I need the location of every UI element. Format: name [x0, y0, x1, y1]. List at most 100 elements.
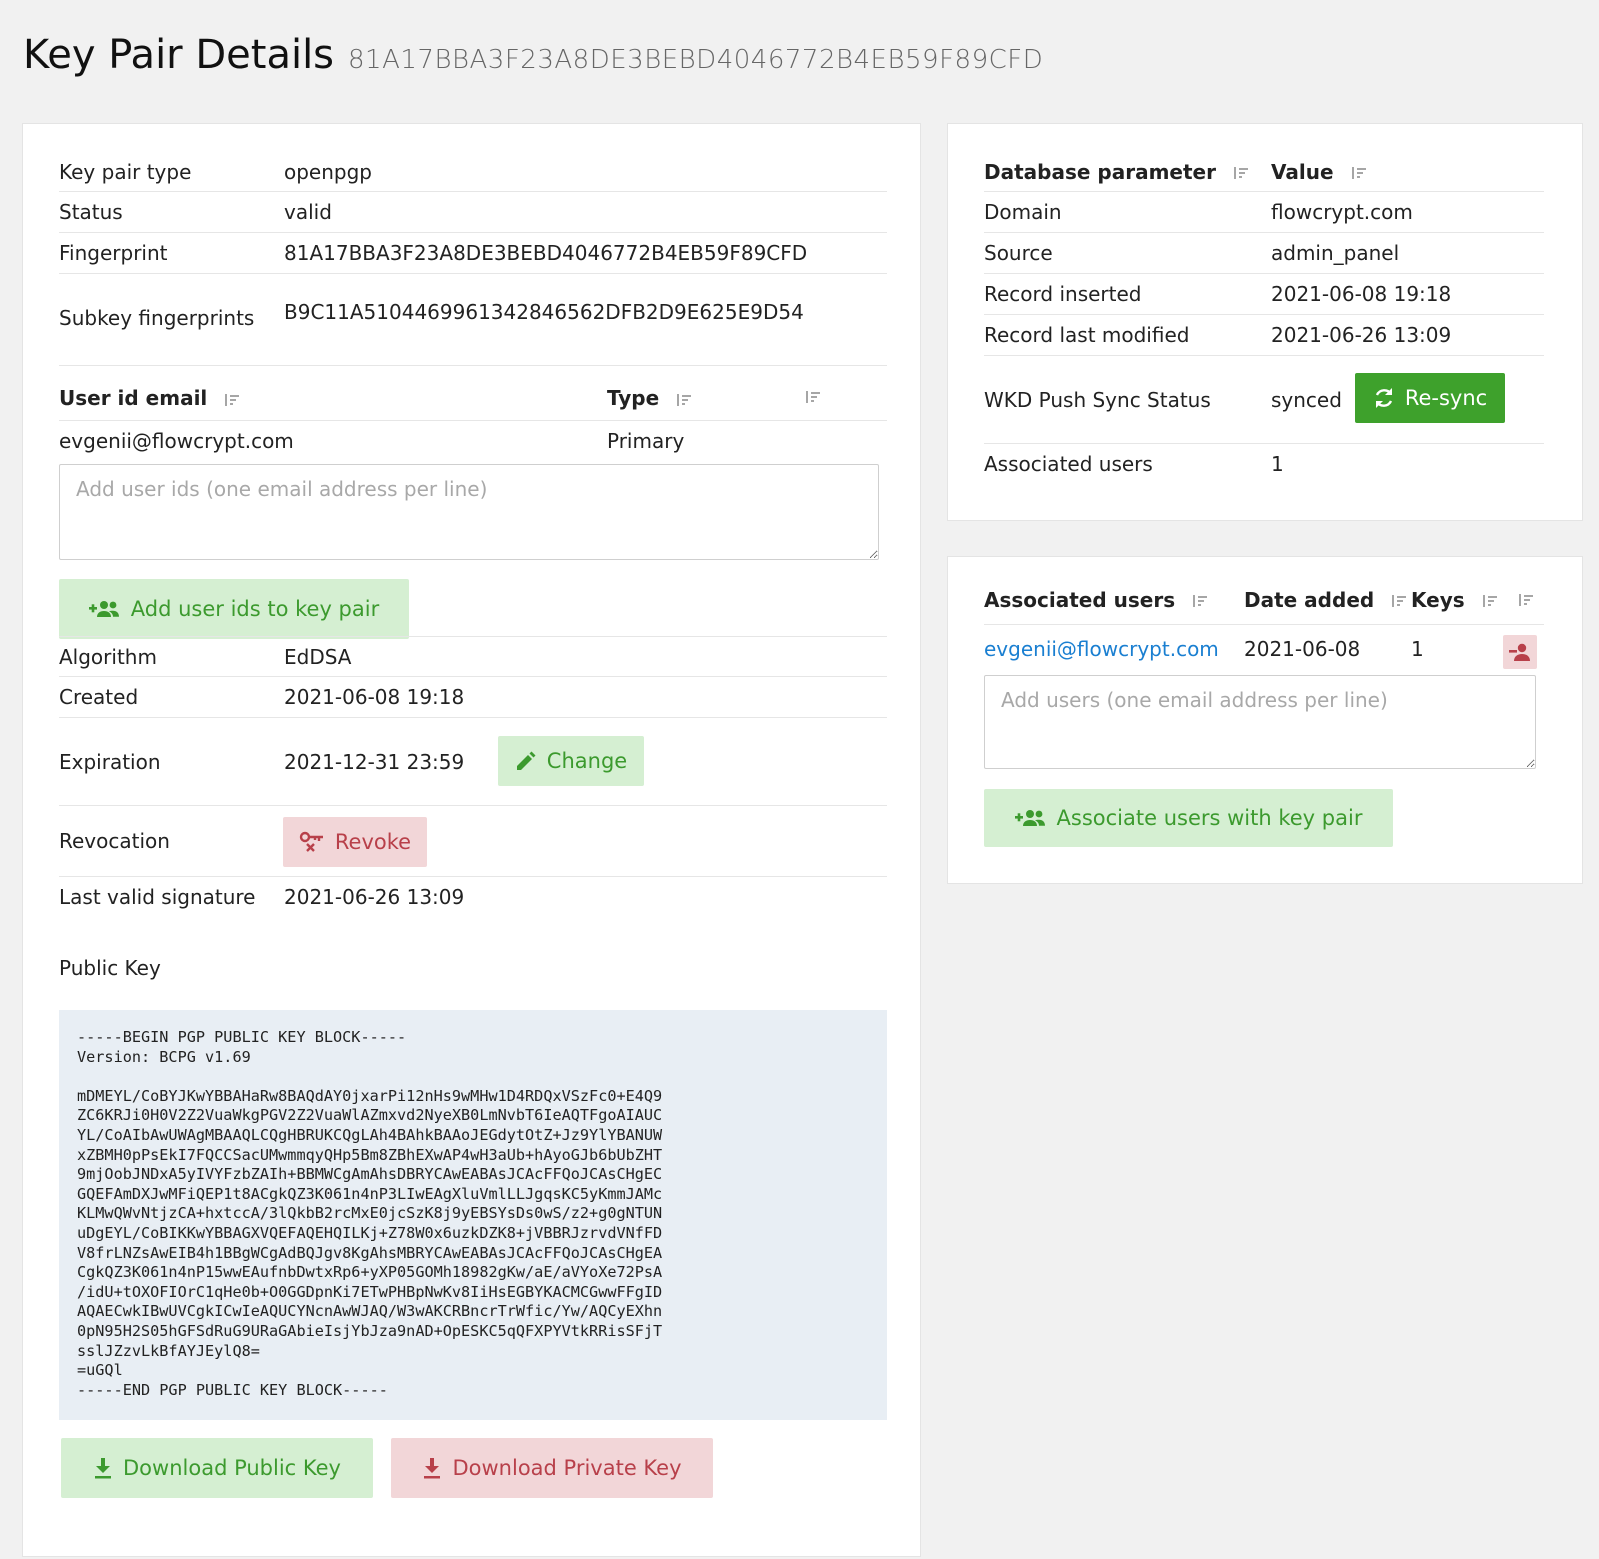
download-icon: [95, 1458, 112, 1479]
associated-user-email-link[interactable]: evgenii@flowcrypt.com: [984, 637, 1219, 661]
download-public-key-label: Download Public Key: [123, 1456, 341, 1480]
add-user-ids-button[interactable]: Add user ids to key pair: [59, 579, 409, 639]
source-label: Source: [984, 241, 1053, 265]
col-value[interactable]: Value: [1271, 160, 1367, 184]
row-created: Created 2021-06-08 19:18: [59, 677, 887, 718]
change-button-label: Change: [546, 749, 628, 773]
row-fingerprint: Fingerprint 81A17BBA3F23A8DE3BEBD4046772…: [59, 233, 887, 274]
col-database-parameter-label: Database parameter: [984, 159, 1216, 184]
key-pair-type-label: Key pair type: [59, 159, 192, 184]
user-id-row: evgenii@flowcrypt.com Primary: [59, 421, 887, 461]
remove-user-icon: [1509, 643, 1530, 661]
resync-button[interactable]: Re-sync: [1355, 373, 1505, 423]
sort-icon[interactable]: [676, 393, 692, 407]
associate-users-button-label: Associate users with key pair: [1056, 806, 1363, 830]
associated-user-keys: 1: [1411, 637, 1424, 661]
sort-icon[interactable]: [1391, 594, 1407, 608]
download-private-key-button[interactable]: Download Private Key: [391, 1438, 713, 1498]
sort-icon[interactable]: [1233, 166, 1249, 180]
associated-users-count: 1: [1271, 452, 1284, 476]
col-user-email[interactable]: User id email: [59, 386, 240, 410]
expiration-label: Expiration: [59, 749, 161, 774]
row-key-pair-type: Key pair type openpgp: [59, 152, 887, 192]
row-wkd-sync-status: WKD Push Sync Status synced Re-sync: [984, 356, 1544, 444]
sort-icon[interactable]: [224, 393, 240, 407]
domain-label: Domain: [984, 200, 1062, 224]
add-users-icon: [88, 601, 119, 617]
col-database-parameter[interactable]: Database parameter: [984, 160, 1249, 184]
row-expiration: Expiration 2021-12-31 23:59 Change: [59, 718, 887, 806]
change-expiration-button[interactable]: Change: [498, 736, 644, 786]
sort-icon[interactable]: [805, 390, 821, 404]
page-header: Key Pair Details 81A17BBA3F23A8DE3BEBD40…: [23, 32, 1043, 78]
col-date-added-label: Date added: [1244, 587, 1375, 612]
created-value: 2021-06-08 19:18: [284, 685, 465, 709]
sort-icon[interactable]: [1482, 594, 1498, 608]
row-record-last-modified: Record last modified 2021-06-26 13:09: [984, 315, 1544, 356]
col-type-label: Type: [607, 386, 660, 410]
domain-value: flowcrypt.com: [1271, 200, 1413, 224]
status-label: Status: [59, 200, 123, 224]
download-public-key-button[interactable]: Download Public Key: [61, 1438, 373, 1498]
page-title: Key Pair Details: [23, 32, 335, 78]
database-parameters-card: Database parameter Value Domain flowcryp…: [947, 123, 1583, 521]
row-source: Source admin_panel: [984, 233, 1544, 274]
col-value-label: Value: [1271, 159, 1334, 184]
key-pair-type-value: openpgp: [284, 159, 372, 184]
sort-icon[interactable]: [1192, 594, 1208, 608]
col-date-added[interactable]: Date added: [1244, 588, 1407, 612]
resync-button-label: Re-sync: [1404, 386, 1488, 410]
db-table-header: Database parameter Value: [984, 152, 1544, 192]
public-key-block[interactable]: -----BEGIN PGP PUBLIC KEY BLOCK----- Ver…: [59, 1010, 887, 1420]
download-private-key-label: Download Private Key: [452, 1456, 682, 1480]
subkey-label: Subkey fingerprints: [59, 306, 255, 330]
associated-user-row: evgenii@flowcrypt.com 2021-06-08 1: [984, 625, 1544, 671]
key-details-card: Key pair type openpgp Status valid Finge…: [22, 123, 921, 1557]
page-subtitle-fingerprint: 81A17BBA3F23A8DE3BEBD4046772B4EB59F89CFD: [348, 45, 1044, 75]
sort-icon[interactable]: [1351, 166, 1367, 180]
download-icon: [424, 1458, 441, 1479]
assoc-table-header: Associated users Date added Keys: [984, 575, 1544, 625]
add-users-icon: [1014, 810, 1045, 826]
public-key-heading: Public Key: [59, 956, 161, 980]
last-signature-value: 2021-06-26 13:09: [284, 885, 465, 909]
col-keys[interactable]: Keys: [1411, 588, 1498, 612]
associate-users-button[interactable]: Associate users with key pair: [984, 789, 1393, 847]
sort-icon[interactable]: [1518, 593, 1534, 607]
user-id-email: evgenii@flowcrypt.com: [59, 429, 294, 453]
record-modified-value: 2021-06-26 13:09: [1271, 323, 1452, 347]
algorithm-value: EdDSA: [284, 644, 352, 669]
fingerprint-value: 81A17BBA3F23A8DE3BEBD4046772B4EB59F89CFD: [284, 241, 808, 265]
last-signature-label: Last valid signature: [59, 885, 256, 909]
revoke-button[interactable]: Revoke: [283, 817, 427, 867]
row-revocation: Revocation Revoke: [59, 806, 887, 877]
row-record-inserted: Record inserted 2021-06-08 19:18: [984, 274, 1544, 315]
row-associated-users: Associated users 1: [984, 444, 1544, 485]
record-inserted-value: 2021-06-08 19:18: [1271, 282, 1452, 306]
record-modified-label: Record last modified: [984, 323, 1190, 347]
expiration-value: 2021-12-31 23:59: [284, 749, 465, 774]
add-user-ids-input[interactable]: [59, 464, 879, 560]
sync-icon: [1375, 388, 1392, 408]
associated-user-date: 2021-06-08: [1244, 637, 1361, 661]
col-type[interactable]: Type: [607, 386, 692, 410]
created-label: Created: [59, 685, 139, 709]
row-algorithm: Algorithm EdDSA: [59, 636, 887, 677]
row-status: Status valid: [59, 192, 887, 233]
user-ids-table-header: User id email Type: [59, 376, 887, 421]
col-associated-users[interactable]: Associated users: [984, 588, 1208, 612]
col-user-email-label: User id email: [59, 386, 208, 410]
col-keys-label: Keys: [1411, 587, 1465, 612]
revocation-label: Revocation: [59, 829, 170, 853]
pencil-icon: [516, 751, 536, 770]
source-value: admin_panel: [1271, 241, 1400, 265]
revoke-button-label: Revoke: [334, 830, 412, 854]
status-value: valid: [284, 200, 332, 224]
user-id-type: Primary: [607, 429, 685, 453]
row-domain: Domain flowcrypt.com: [984, 192, 1544, 233]
row-last-valid-signature: Last valid signature 2021-06-26 13:09: [59, 877, 887, 918]
remove-user-button[interactable]: [1503, 635, 1537, 669]
row-subkey-fingerprints: Subkey fingerprints B9C11A51044699613428…: [59, 274, 887, 366]
revoke-key-icon: [299, 831, 323, 852]
add-users-input[interactable]: [984, 675, 1536, 769]
